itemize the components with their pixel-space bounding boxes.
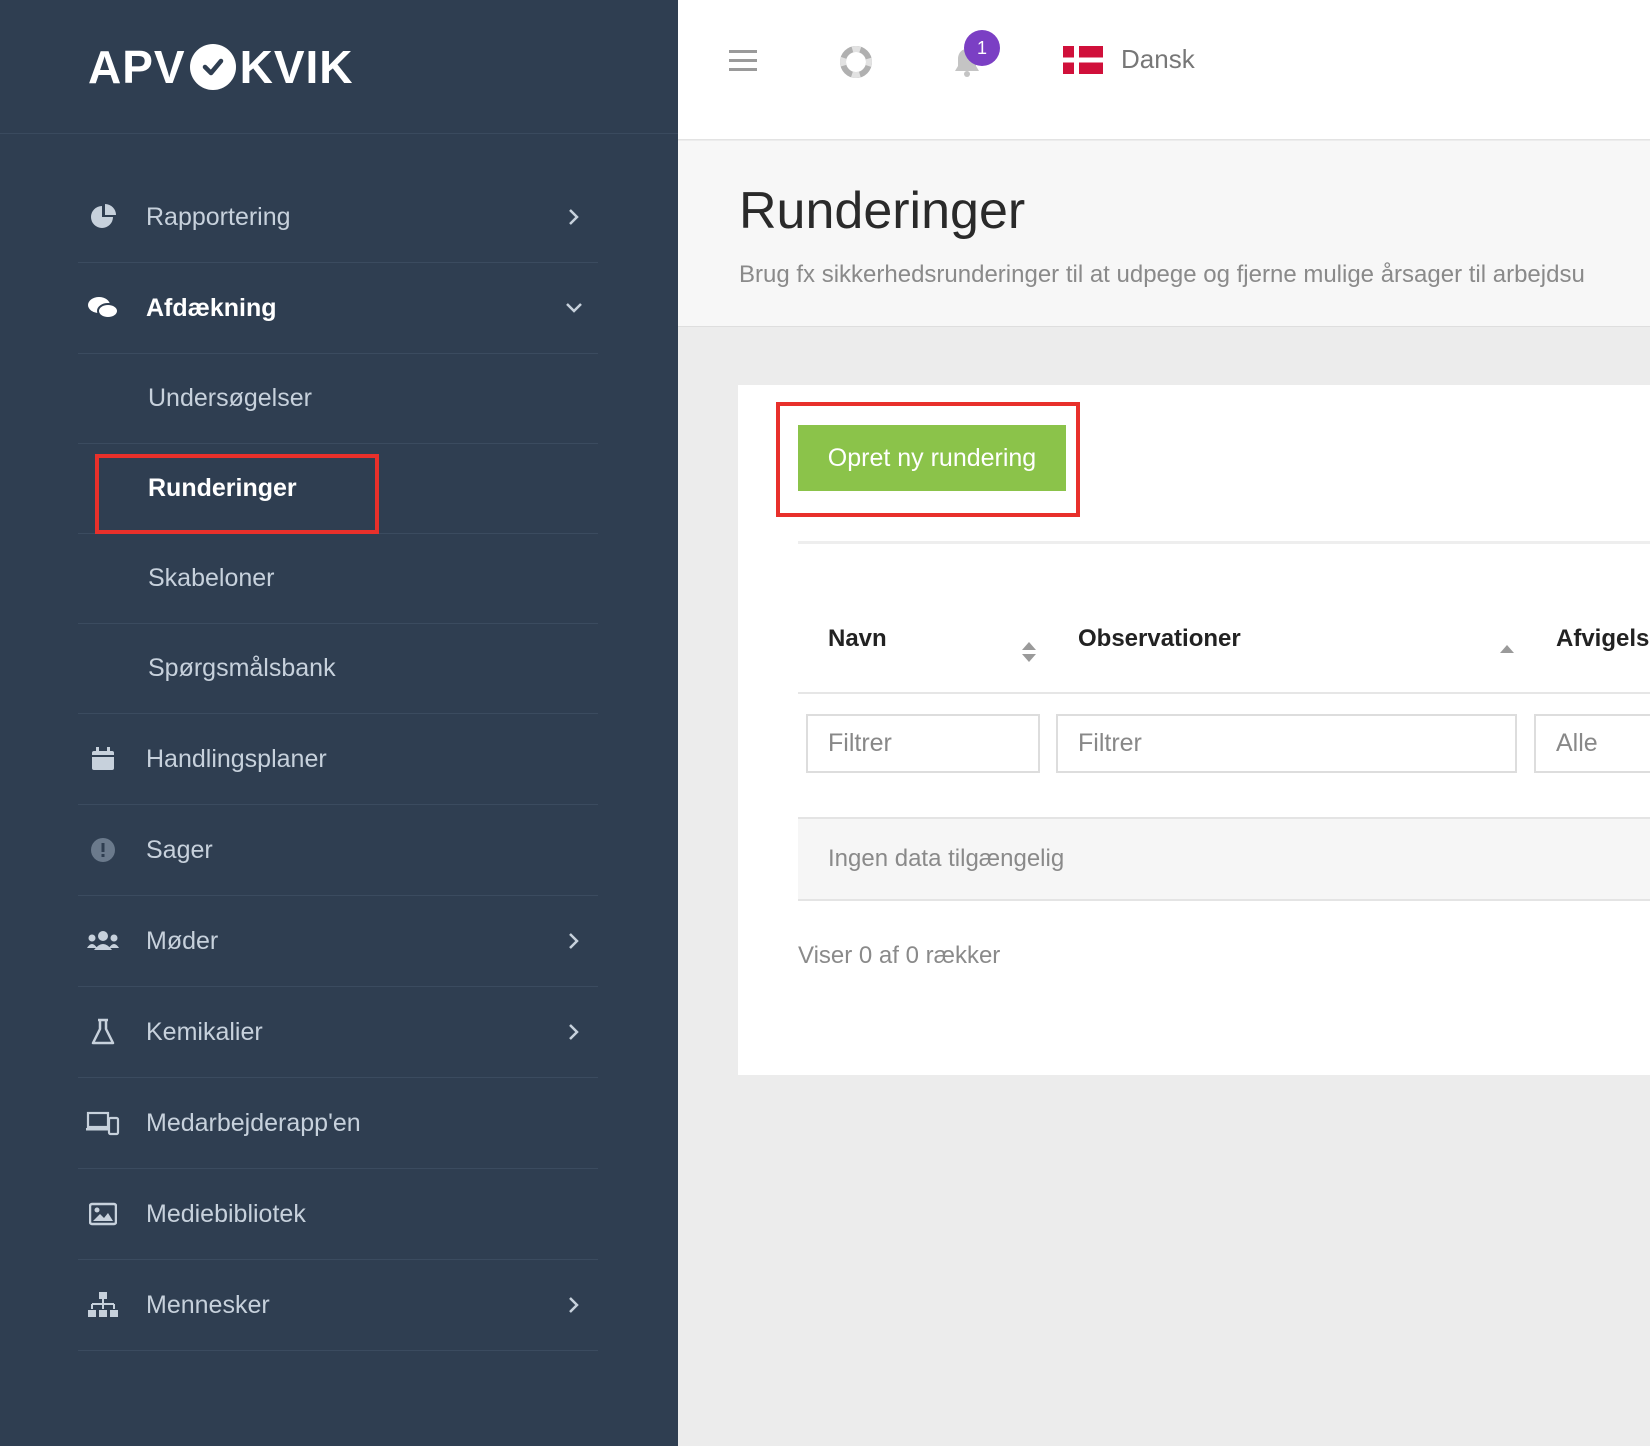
sidebar-subitem-label: Spørgsmålsbank <box>148 654 336 682</box>
page-title: Runderinger <box>739 182 1026 240</box>
empty-table-row: Ingen data tilgængelig <box>798 817 1650 901</box>
exclamation-circle-icon <box>86 833 120 867</box>
sort-both-icon[interactable] <box>1021 641 1037 668</box>
calendar-icon <box>86 742 120 776</box>
language-label: Dansk <box>1121 44 1195 74</box>
sidebar-item-handlingsplaner[interactable]: Handlingsplaner <box>78 714 598 805</box>
flask-icon <box>86 1015 120 1049</box>
app-logo[interactable]: APV KVIK <box>88 40 354 94</box>
empty-message: Ingen data tilgængelig <box>828 845 1065 872</box>
section-divider <box>798 541 1650 544</box>
notification-badge: 1 <box>964 30 1000 66</box>
sidebar-item-label: Kemikalier <box>146 1017 263 1046</box>
menu-icon[interactable] <box>728 48 758 79</box>
sidebar-item-label: Møder <box>146 926 219 955</box>
filter-navn-input[interactable]: Filtrer <box>806 714 1040 773</box>
org-chart-icon <box>86 1288 120 1322</box>
brand-area: APV KVIK <box>0 0 678 134</box>
sidebar-item-medarbejderappen[interactable]: Medarbejderapp'en <box>78 1078 598 1169</box>
row-count: Viser 0 af 0 rækker <box>798 942 1001 969</box>
sidebar-item-label: Mediebibliotek <box>146 1199 306 1228</box>
chevron-right-icon <box>562 1293 586 1317</box>
highlight-create-button <box>776 402 1080 517</box>
devices-icon <box>86 1106 120 1140</box>
filter-placeholder: Filtrer <box>828 729 892 757</box>
sidebar: APV KVIK Rapportering Afdækning Undersøg… <box>0 0 678 1446</box>
sidebar-item-sager[interactable]: Sager <box>78 805 598 896</box>
sidebar-item-rapportering[interactable]: Rapportering <box>78 172 598 263</box>
sidebar-item-label: Handlingsplaner <box>146 744 327 773</box>
sidebar-subitem-skabeloner[interactable]: Skabeloner <box>78 534 598 624</box>
check-icon <box>189 43 236 90</box>
filter-selected-value: Alle <box>1556 729 1598 757</box>
filter-afvigelser-select[interactable]: Alle <box>1534 714 1650 773</box>
chevron-right-icon <box>562 1020 586 1044</box>
sidebar-subitem-label: Undersøgelser <box>148 384 312 412</box>
users-icon <box>86 924 120 958</box>
pie-chart-icon <box>86 200 120 234</box>
sort-asc-icon[interactable] <box>1499 641 1515 659</box>
sidebar-item-mennesker[interactable]: Mennesker <box>78 1260 598 1351</box>
image-icon <box>86 1197 120 1231</box>
column-header-navn[interactable]: Navn <box>828 625 887 653</box>
sidebar-item-moeder[interactable]: Møder <box>78 896 598 987</box>
sidebar-nav: Rapportering Afdækning Undersøgelser Run… <box>78 172 598 1351</box>
sidebar-item-label: Rapportering <box>146 202 291 231</box>
page-header: Runderinger Brug fx sikkerhedsrunderinge… <box>678 141 1650 327</box>
logo-text-left: APV <box>88 40 186 93</box>
sidebar-subitem-spoergsmaalsbank[interactable]: Spørgsmålsbank <box>78 624 598 714</box>
sidebar-item-label: Mennesker <box>146 1290 270 1319</box>
language-selector[interactable]: Dansk <box>1063 44 1195 75</box>
sidebar-item-kemikalier[interactable]: Kemikalier <box>78 987 598 1078</box>
lifebuoy-icon[interactable] <box>840 46 872 83</box>
column-header-afvigelser[interactable]: Afvigels <box>1556 625 1649 653</box>
chevron-right-icon <box>562 929 586 953</box>
page-subtitle: Brug fx sikkerhedsrunderinger til at udp… <box>739 261 1585 288</box>
chevron-down-icon <box>562 296 586 320</box>
filter-observationer-input[interactable]: Filtrer <box>1056 714 1517 773</box>
sidebar-item-label: Medarbejderapp'en <box>146 1108 361 1137</box>
sidebar-subitem-undersoegelser[interactable]: Undersøgelser <box>78 354 598 444</box>
sidebar-subitem-label: Skabeloner <box>148 564 275 592</box>
sidebar-item-mediebibliotek[interactable]: Mediebibliotek <box>78 1169 598 1260</box>
sidebar-item-afdaekning[interactable]: Afdækning <box>78 263 598 354</box>
sidebar-item-label: Sager <box>146 835 213 864</box>
danish-flag-icon <box>1063 45 1103 74</box>
chevron-right-icon <box>562 205 586 229</box>
header-separator <box>798 692 1650 694</box>
sidebar-item-label: Afdækning <box>146 293 277 322</box>
highlight-runderinger <box>95 454 379 534</box>
top-bar: 1 Dansk <box>678 0 1650 140</box>
filter-placeholder: Filtrer <box>1078 729 1142 757</box>
chat-bubbles-icon <box>86 291 120 325</box>
column-header-observationer[interactable]: Observationer <box>1078 625 1241 653</box>
logo-text-right: KVIK <box>239 40 354 93</box>
content-card: Opret ny rundering Navn Observationer Af… <box>738 385 1650 1075</box>
